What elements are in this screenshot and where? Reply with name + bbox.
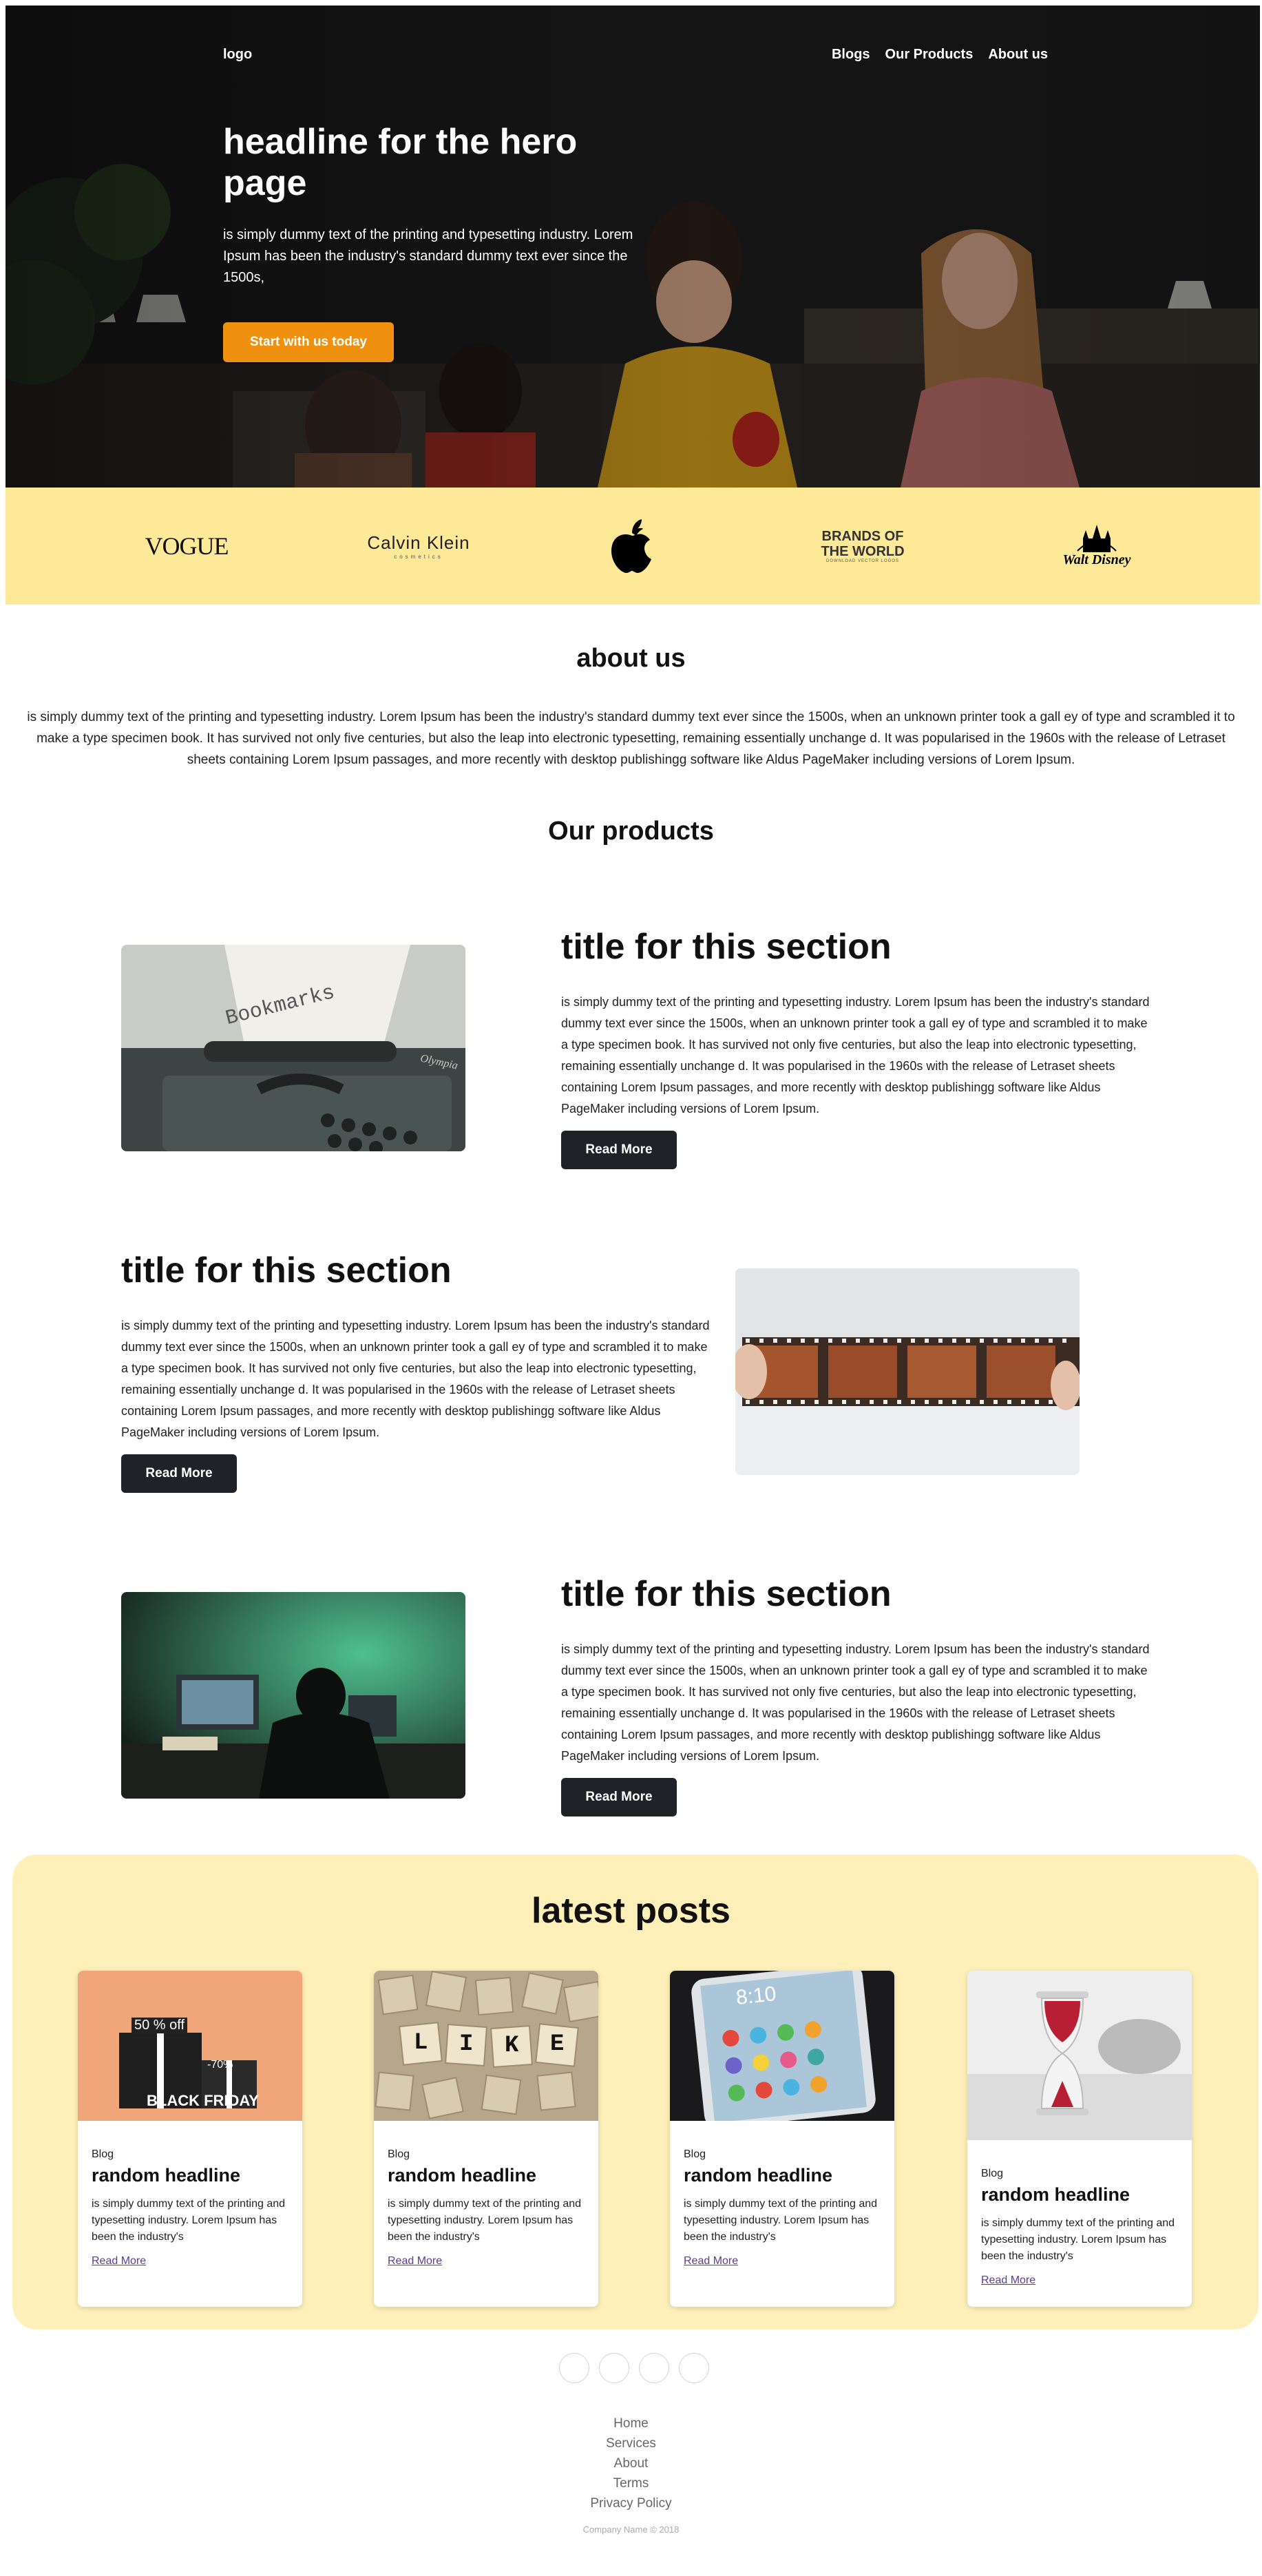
footer-link-privacy-policy[interactable]: Privacy Policy	[0, 2493, 1262, 2513]
post-excerpt: is simply dummy text of the printing and…	[388, 2198, 582, 2243]
apple-logo-icon	[604, 515, 660, 577]
our-products-heading: Our products	[548, 817, 714, 846]
post-card: 50 % off -70% BLACK FRIDAY Blog random h…	[78, 1971, 302, 2307]
post-card: L I K E Blog random headline is simply d…	[374, 1971, 598, 2307]
footer-link-services[interactable]: Services	[0, 2433, 1262, 2453]
calvin-klein-logo: Calvin Klein cosmetics	[367, 532, 470, 560]
footer-link-home[interactable]: Home	[0, 2413, 1262, 2433]
product-3-title: title for this section	[561, 1574, 892, 1614]
post-title: random headline	[388, 2165, 537, 2186]
product-3-read-more-button[interactable]: Read More	[561, 1778, 677, 1816]
about-us-text: is simply dummy text of the printing and…	[27, 710, 1235, 767]
brands-of-the-world-logo: BRANDS OF THE WORLD DOWNLOAD VECTOR LOGO…	[821, 529, 905, 563]
hero-title: headline for the hero page	[223, 122, 578, 203]
post-image-black-friday: 50 % off -70% BLACK FRIDAY	[78, 1971, 302, 2121]
post-image-smartphone: 8:10	[670, 1971, 894, 2128]
post-read-more-link[interactable]: Read More	[981, 2274, 1035, 2287]
post-card-body: Blog random headline is simply dummy tex…	[967, 2168, 1192, 2287]
footer-link-about[interactable]: About	[0, 2453, 1262, 2473]
hero-section: logo Blogs Our Products About us headlin…	[6, 6, 1260, 488]
nav-link-blogs[interactable]: Blogs	[832, 47, 870, 63]
post-read-more-link[interactable]: Read More	[388, 2255, 442, 2268]
post-excerpt: is simply dummy text of the printing and…	[981, 2217, 1175, 2262]
post-category: Blog	[92, 2148, 114, 2160]
social-icon[interactable]	[639, 2353, 669, 2383]
product-2-title: title for this section	[121, 1250, 452, 1290]
hero-description: is simply dummy text of the printing and…	[223, 227, 633, 285]
post-read-more-link[interactable]: Read More	[92, 2255, 146, 2268]
top-navigation: logo Blogs Our Products About us	[6, 39, 1260, 66]
nav-link-our-products[interactable]: Our Products	[885, 47, 974, 63]
social-icon[interactable]	[559, 2353, 589, 2383]
post-card-body: Blog random headline is simply dummy tex…	[374, 2148, 598, 2268]
nav-links: Blogs Our Products About us	[832, 47, 1048, 63]
post-card-body: Blog random headline is simply dummy tex…	[78, 2148, 302, 2268]
product-2-text: is simply dummy text of the printing and…	[121, 1319, 710, 1439]
product-2-read-more-button[interactable]: Read More	[121, 1454, 237, 1493]
product-3-text: is simply dummy text of the printing and…	[561, 1642, 1150, 1763]
post-excerpt: is simply dummy text of the printing and…	[92, 2198, 286, 2243]
product-image-computer-setup	[121, 1592, 465, 1799]
footer-link-terms[interactable]: Terms	[0, 2473, 1262, 2493]
product-image-film-strip	[735, 1268, 1080, 1475]
post-card: 8:10 Blog random headline is simply dumm…	[670, 1971, 894, 2307]
post-title: random headline	[684, 2165, 833, 2186]
disney-castle-icon	[1077, 524, 1117, 552]
post-image-hourglass	[967, 1971, 1192, 2140]
brand-logos-band: VOGUE Calvin Klein cosmetics BRANDS OF T…	[6, 488, 1260, 605]
post-card: Blog random headline is simply dummy tex…	[967, 1971, 1192, 2307]
post-excerpt: is simply dummy text of the printing and…	[684, 2198, 878, 2243]
post-category: Blog	[981, 2168, 1004, 2179]
site-logo[interactable]: logo	[223, 47, 252, 63]
post-category: Blog	[684, 2148, 706, 2160]
post-title: random headline	[92, 2165, 241, 2186]
product-1-text: is simply dummy text of the printing and…	[561, 995, 1150, 1116]
footer-links: Home Services About Terms Privacy Policy	[0, 2413, 1262, 2513]
post-card-body: Blog random headline is simply dummy tex…	[670, 2148, 894, 2268]
copyright-text: Company Name © 2018	[582, 2524, 680, 2535]
start-with-us-button[interactable]: Start with us today	[223, 322, 394, 362]
product-image-typewriter: Bookmarks Olympia	[121, 945, 465, 1151]
walt-disney-logo: Walt Disney	[1045, 515, 1148, 577]
post-image-like-tiles: L I K E	[374, 1971, 598, 2121]
latest-posts-heading: latest posts	[532, 1891, 730, 1931]
post-read-more-link[interactable]: Read More	[684, 2255, 738, 2268]
post-category: Blog	[388, 2148, 410, 2160]
product-1-title: title for this section	[561, 927, 892, 967]
social-icon[interactable]	[599, 2353, 629, 2383]
about-us-heading: about us	[576, 644, 686, 673]
nav-link-about-us[interactable]: About us	[988, 47, 1048, 63]
vogue-logo: VOGUE	[145, 532, 229, 560]
social-icon[interactable]	[679, 2353, 709, 2383]
product-1-read-more-button[interactable]: Read More	[561, 1131, 677, 1169]
post-title: random headline	[981, 2184, 1130, 2205]
